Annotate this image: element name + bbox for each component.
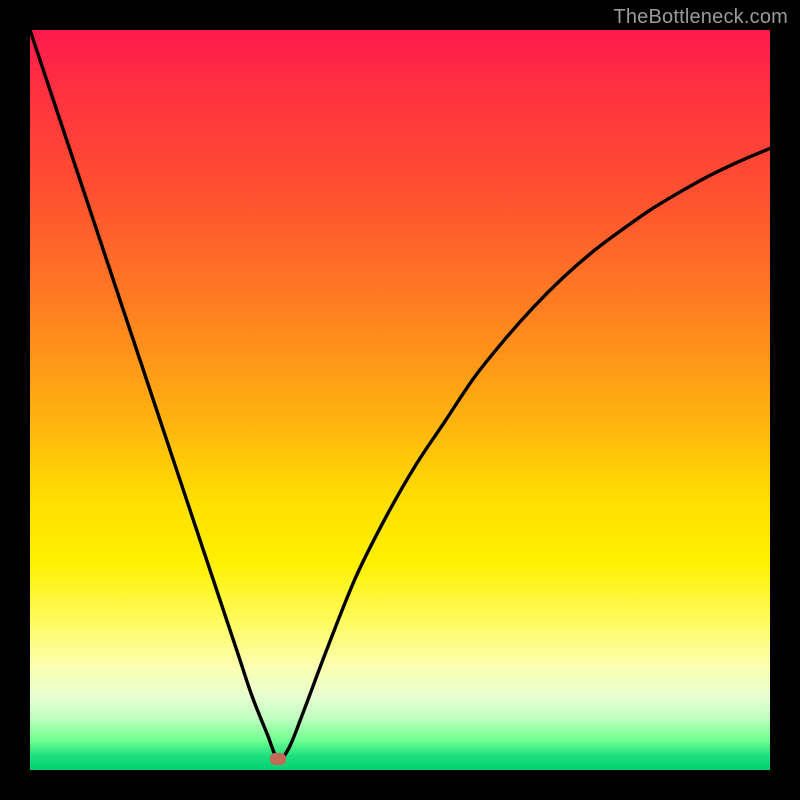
plot-area [30, 30, 770, 770]
minimum-marker [270, 753, 286, 765]
curve-svg [30, 30, 770, 770]
chart-frame: TheBottleneck.com [0, 0, 800, 800]
bottleneck-curve-path [30, 30, 770, 759]
watermark-text: TheBottleneck.com [613, 6, 788, 29]
